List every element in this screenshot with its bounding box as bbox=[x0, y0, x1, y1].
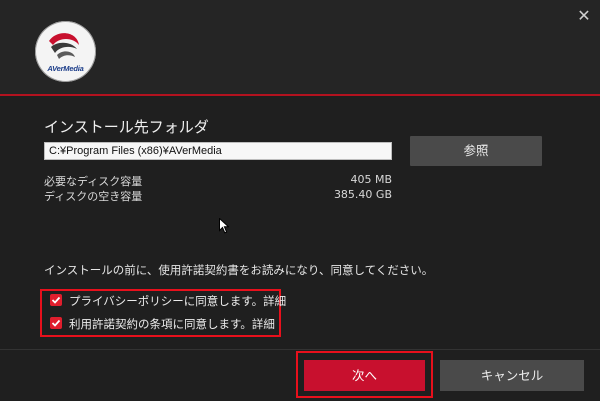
header-divider bbox=[0, 94, 600, 96]
avermedia-logo: AVerMedia bbox=[35, 21, 96, 82]
footer-divider bbox=[0, 349, 600, 350]
close-icon[interactable]: ✕ bbox=[576, 8, 592, 24]
privacy-checkbox[interactable] bbox=[50, 294, 62, 306]
license-checkbox[interactable] bbox=[50, 317, 62, 329]
install-path-input[interactable]: C:¥Program Files (x86)¥AVerMedia bbox=[44, 142, 392, 160]
license-checkbox-label: 利用許諾契約の条項に同意します。詳細 bbox=[69, 316, 275, 332]
agreement-notice: インストールの前に、使用許諾契約書をお読みになり、同意してください。 bbox=[44, 263, 434, 277]
privacy-detail-link[interactable]: 詳細 bbox=[263, 294, 286, 308]
required-space-value: 405 MB bbox=[350, 173, 392, 186]
privacy-checkbox-label: プライバシーポリシーに同意します。詳細 bbox=[69, 293, 286, 309]
cancel-button[interactable]: キャンセル bbox=[440, 360, 584, 391]
header: ✕ AVerMedia bbox=[0, 0, 600, 94]
free-space-value: 385.40 GB bbox=[333, 188, 392, 201]
free-space-label: ディスクの空き容量 bbox=[44, 190, 143, 203]
required-space-label: 必要なディスク容量 bbox=[44, 175, 143, 188]
browse-button[interactable]: 参照 bbox=[410, 136, 542, 166]
logo-text: AVerMedia bbox=[47, 64, 84, 73]
next-button[interactable]: 次へ bbox=[304, 360, 425, 391]
install-folder-title: インストール先フォルダ bbox=[44, 118, 209, 136]
privacy-label-text: プライバシーポリシーに同意します。 bbox=[69, 294, 264, 308]
license-detail-link[interactable]: 詳細 bbox=[252, 317, 275, 331]
license-label-text: 利用許諾契約の条項に同意します。 bbox=[69, 317, 252, 331]
mouse-cursor-icon bbox=[219, 217, 230, 238]
